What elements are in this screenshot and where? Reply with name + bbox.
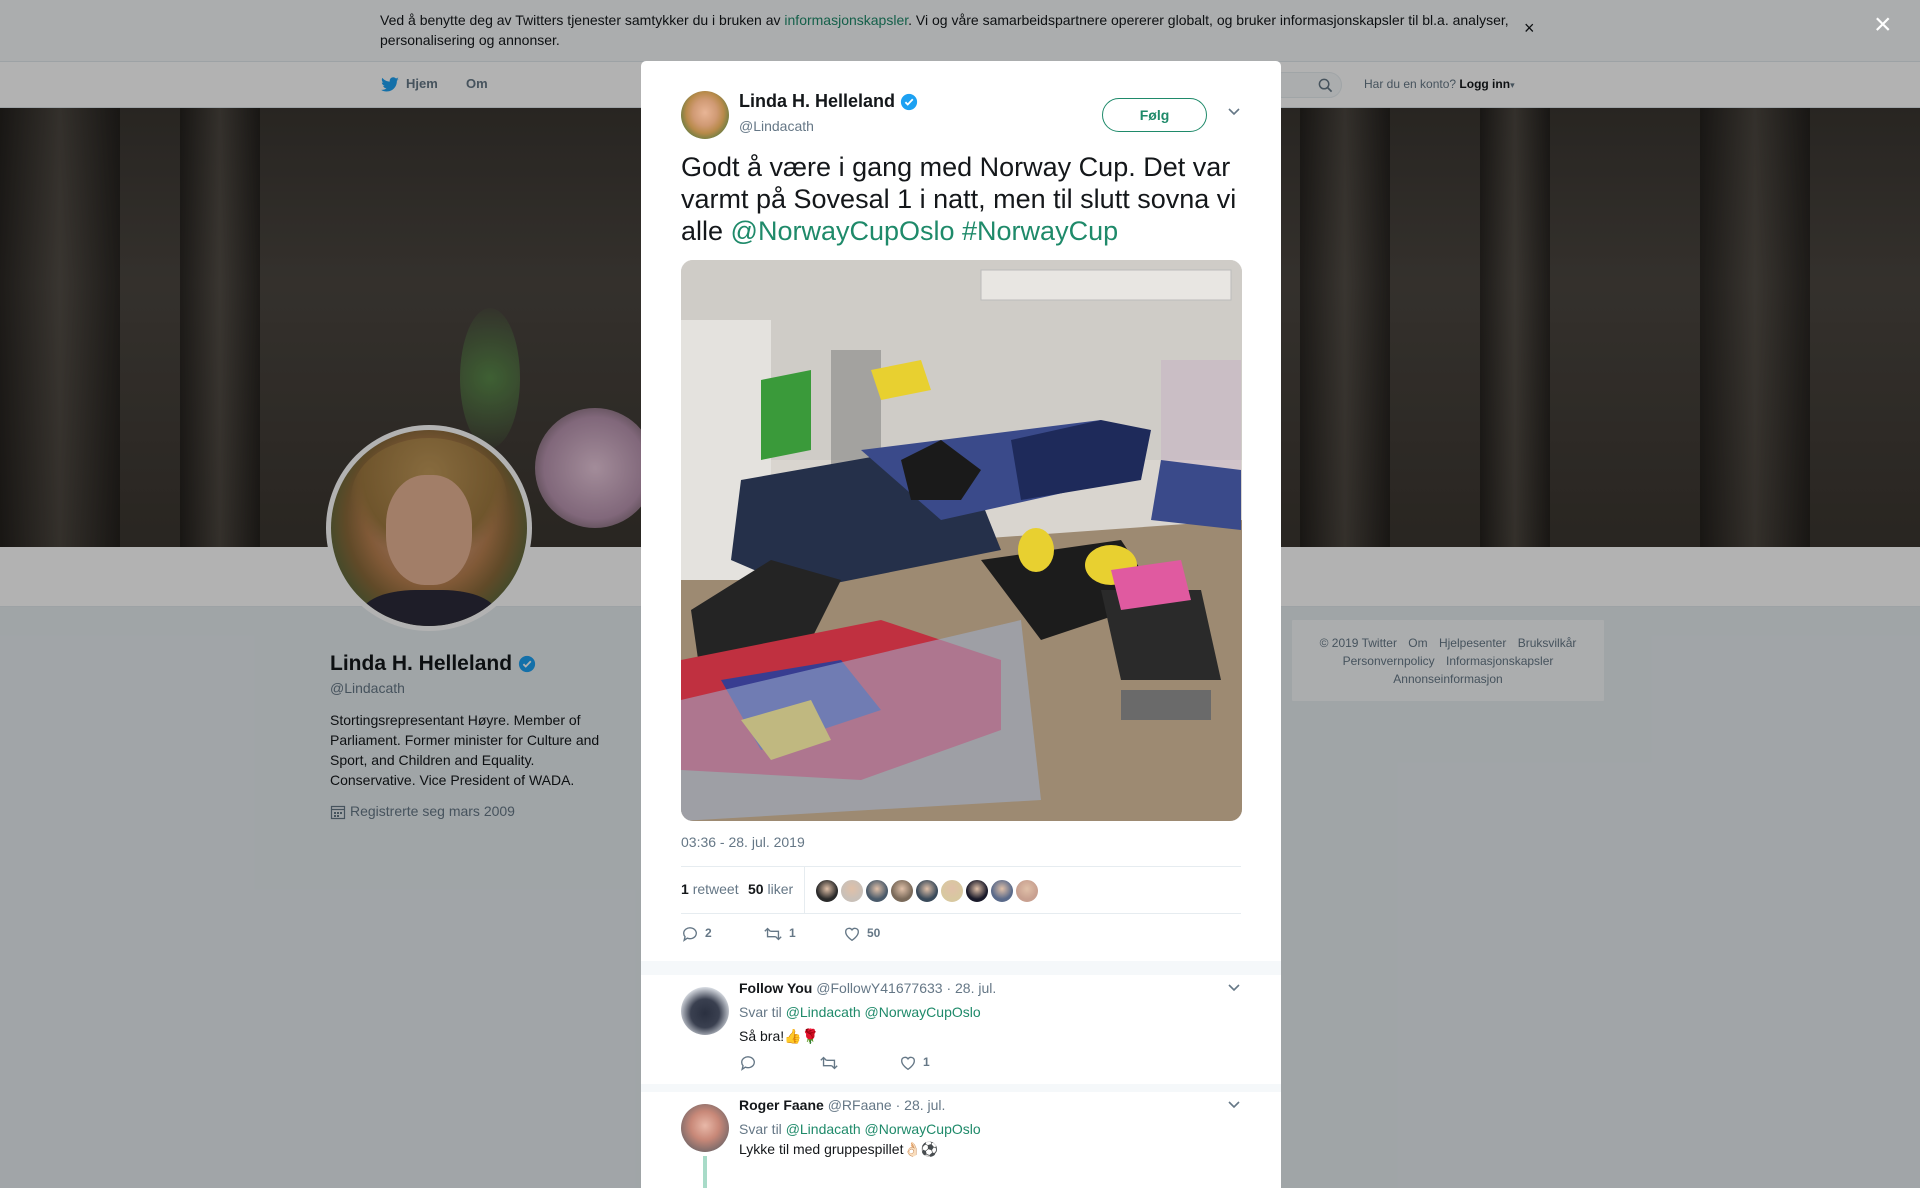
reply-to-mention[interactable]: @NorwayCupOslo xyxy=(865,1004,981,1020)
heart-icon xyxy=(845,927,859,942)
liker-avatar[interactable] xyxy=(815,879,839,903)
reply-tweet[interactable]: Roger Faane @RFaane · 28. jul. Svar til … xyxy=(641,1092,1281,1188)
reply-icon xyxy=(741,1056,755,1071)
like-button[interactable]: 50 xyxy=(843,925,880,943)
retweet-count: 1 xyxy=(789,926,796,941)
likes-stat[interactable]: 50 liker xyxy=(748,881,793,897)
reply-date[interactable]: · 28. jul. xyxy=(946,980,996,996)
liker-avatar[interactable] xyxy=(940,879,964,903)
reply-author-name[interactable]: Roger Faane xyxy=(739,1097,824,1113)
retweet-stat[interactable]: 1 retweet xyxy=(681,881,739,897)
tweet-text: Godt å være i gang med Norway Cup. Det v… xyxy=(681,151,1241,247)
tweet-photo[interactable] xyxy=(681,260,1242,821)
reply-author-handle[interactable]: @FollowY41677633 xyxy=(816,980,942,996)
reply-to-label: Svar til xyxy=(739,1121,782,1137)
tweet-stats: 1 retweet 50 liker xyxy=(681,866,1241,914)
liker-avatar[interactable] xyxy=(890,879,914,903)
reply-to: Svar til @Lindacath @NorwayCupOslo xyxy=(739,1004,981,1020)
liker-avatar[interactable] xyxy=(915,879,939,903)
reply-button[interactable] xyxy=(739,1054,763,1072)
retweet-icon xyxy=(820,1056,838,1070)
tweet-author-avatar[interactable] xyxy=(681,91,729,139)
retweet-button[interactable] xyxy=(819,1054,845,1072)
retweet-icon xyxy=(764,927,782,941)
reply-button[interactable]: 2 xyxy=(681,925,712,943)
tweet-actions: 2 1 50 xyxy=(681,923,1241,953)
liker-avatars xyxy=(815,879,1040,908)
liker-avatar[interactable] xyxy=(965,879,989,903)
reply-text: Så bra!👍🌹 xyxy=(739,1028,820,1044)
reply-to-label: Svar til xyxy=(739,1004,782,1020)
tweet-timestamp[interactable]: 03:36 - 28. jul. 2019 xyxy=(681,834,805,850)
likes-stat-label: liker xyxy=(767,881,794,897)
retweet-stat-count: 1 xyxy=(681,881,689,897)
reply-to-mention[interactable]: @Lindacath xyxy=(786,1004,861,1020)
reply-avatar[interactable] xyxy=(681,987,729,1035)
chevron-down-icon[interactable] xyxy=(1227,1100,1241,1110)
reply-header: Follow You @FollowY41677633 · 28. jul. xyxy=(739,980,996,996)
liker-avatar[interactable] xyxy=(865,879,889,903)
liker-avatar[interactable] xyxy=(840,879,864,903)
reply-tweet[interactable]: Follow You @FollowY41677633 · 28. jul. S… xyxy=(641,975,1281,1084)
retweet-button[interactable]: 1 xyxy=(763,925,796,943)
tweet-author-name-text: Linda H. Helleland xyxy=(739,91,896,111)
reply-header: Roger Faane @RFaane · 28. jul. xyxy=(739,1097,945,1113)
stats-divider xyxy=(804,867,805,913)
reply-author-name[interactable]: Follow You xyxy=(739,980,812,996)
tweet-photo-image xyxy=(681,260,1242,821)
reply-icon xyxy=(683,927,697,942)
reply-author-handle[interactable]: @RFaane xyxy=(828,1097,892,1113)
like-count: 50 xyxy=(867,926,881,941)
like-count: 1 xyxy=(923,1055,930,1070)
retweet-stat-label: retweet xyxy=(692,881,739,897)
reply-date[interactable]: · 28. jul. xyxy=(896,1097,946,1113)
reply-to-mention[interactable]: @NorwayCupOslo xyxy=(865,1121,981,1137)
tweet-author-name[interactable]: Linda H. Helleland xyxy=(739,91,918,112)
tweet-modal: Linda H. Helleland @Lindacath Følg Godt … xyxy=(641,61,1281,1188)
tweet-hashtag-link[interactable]: #NorwayCup xyxy=(962,216,1118,246)
chevron-down-icon[interactable] xyxy=(1227,983,1241,993)
likes-stat-count: 50 xyxy=(748,881,764,897)
follow-button[interactable]: Følg xyxy=(1102,98,1207,132)
reply-avatar[interactable] xyxy=(681,1104,729,1152)
liker-avatar[interactable] xyxy=(1015,879,1039,903)
thread-connector xyxy=(703,1156,707,1188)
tweet-mention-link[interactable]: @NorwayCupOslo xyxy=(731,216,955,246)
reply-to: Svar til @Lindacath @NorwayCupOslo xyxy=(739,1121,981,1137)
reply-actions: 1 xyxy=(739,1054,1139,1074)
tweet-author-handle[interactable]: @Lindacath xyxy=(739,118,814,134)
close-icon[interactable]: × xyxy=(1874,10,1892,40)
verified-badge-icon xyxy=(900,94,918,111)
reply-count: 2 xyxy=(705,926,712,941)
heart-icon xyxy=(901,1056,915,1071)
liker-avatar[interactable] xyxy=(990,879,1014,903)
reply-to-mention[interactable]: @Lindacath xyxy=(786,1121,861,1137)
like-button[interactable]: 1 xyxy=(899,1054,930,1072)
chevron-down-icon[interactable] xyxy=(1227,107,1241,117)
reply-text: Lykke til med gruppespillet👌🏻⚽ xyxy=(739,1141,939,1157)
